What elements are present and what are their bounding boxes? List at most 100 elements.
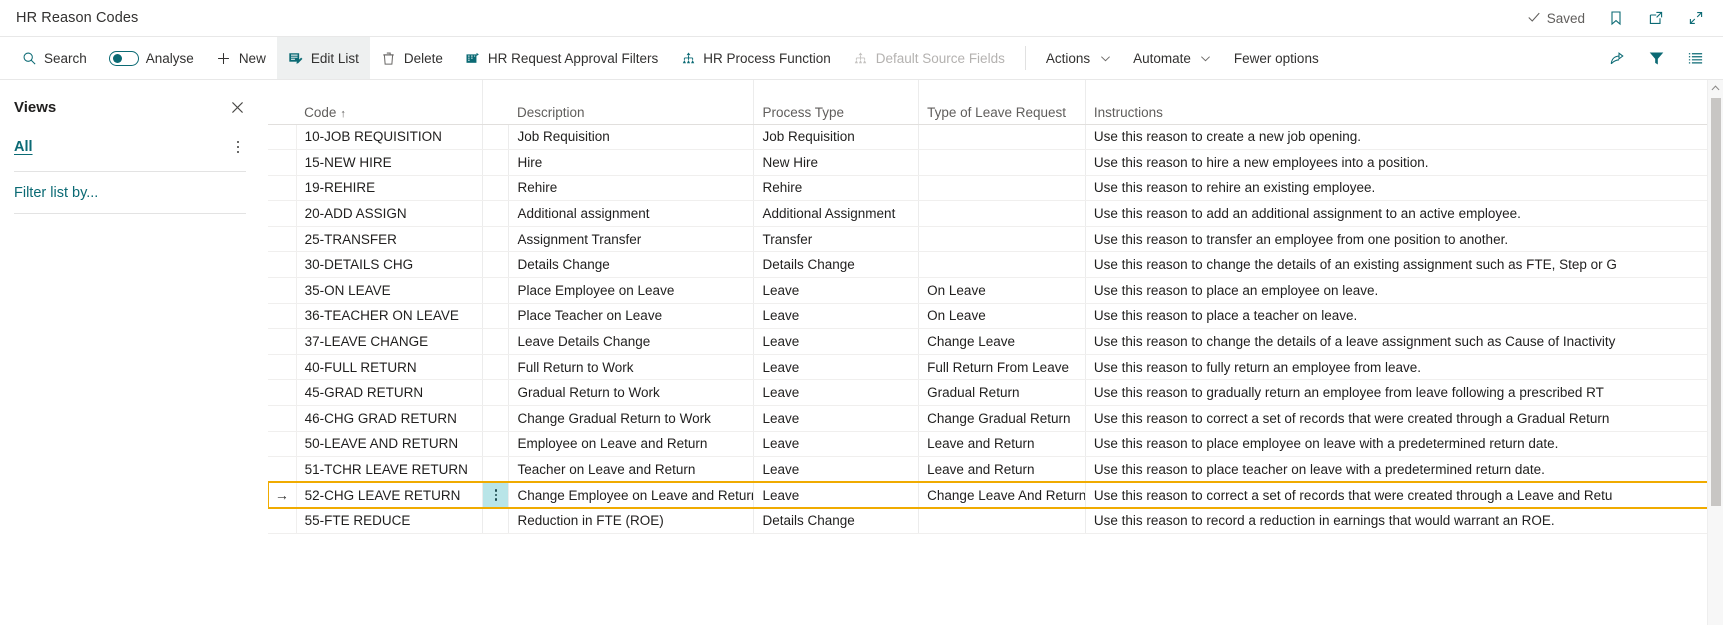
- actions-menu-button[interactable]: Actions: [1035, 37, 1122, 79]
- cell-type-of-leave-request[interactable]: Change Leave: [918, 328, 1086, 355]
- cell-code[interactable]: 40-FULL RETURN: [296, 354, 483, 381]
- cell-code[interactable]: 25-TRANSFER: [296, 226, 483, 253]
- delete-button[interactable]: Delete: [370, 37, 454, 79]
- table-row[interactable]: 35-ON LEAVE Place Employee on Leave Leave O…: [268, 277, 1708, 304]
- cell-type-of-leave-request[interactable]: [918, 175, 1086, 202]
- hr-process-function-button[interactable]: HR Process Function: [669, 37, 842, 79]
- table-row[interactable]: 50-LEAVE AND RETURN Employee on Leave and…: [268, 431, 1708, 458]
- row-options-cell[interactable]: [482, 175, 510, 202]
- cell-process-type[interactable]: Leave: [753, 482, 919, 509]
- cell-type-of-leave-request[interactable]: Gradual Return: [918, 379, 1086, 407]
- cell-description[interactable]: Place Teacher on Leave: [508, 303, 754, 330]
- column-header-instructions[interactable]: Instructions: [1084, 80, 1708, 125]
- analyse-toggle[interactable]: Analyse: [98, 37, 205, 79]
- bookmark-icon[interactable]: [1607, 9, 1625, 27]
- row-options-cell[interactable]: [482, 456, 510, 483]
- open-in-new-window-icon[interactable]: [1647, 9, 1665, 27]
- row-options-cell[interactable]: [482, 226, 510, 253]
- cell-code[interactable]: 45-GRAD RETURN: [296, 379, 483, 407]
- column-header-type-of-leave-request[interactable]: Type of Leave Request: [918, 80, 1086, 125]
- table-row[interactable]: 15-NEW HIRE Hire New Hire Use this reason t…: [268, 149, 1708, 176]
- cell-description[interactable]: Leave Details Change: [508, 328, 754, 355]
- table-row[interactable]: 55-FTE REDUCE Reduction in FTE (ROE) Detai…: [268, 507, 1708, 534]
- cell-description[interactable]: Job Requisition: [508, 124, 754, 151]
- row-options-cell[interactable]: [482, 200, 510, 227]
- row-options-icon[interactable]: [491, 483, 500, 507]
- table-row[interactable]: 25-TRANSFER Assignment Transfer Transfer Us…: [268, 226, 1708, 253]
- cell-description[interactable]: Gradual Return to Work: [508, 379, 754, 407]
- cell-code[interactable]: 30-DETAILS CHG: [296, 251, 483, 279]
- table-row[interactable]: 30-DETAILS CHG Details Change Details Chan…: [268, 251, 1708, 279]
- table-row[interactable]: 40-FULL RETURN Full Return to Work Leave Fu…: [268, 354, 1708, 381]
- row-options-cell[interactable]: [482, 277, 510, 304]
- cell-code[interactable]: 37-LEAVE CHANGE: [296, 328, 483, 355]
- cell-description[interactable]: Reduction in FTE (ROE): [508, 507, 754, 534]
- cell-instructions[interactable]: Use this reason to record a reduction in…: [1084, 507, 1708, 534]
- table-row[interactable]: 51-TCHR LEAVE RETURN Teacher on Leave and…: [268, 456, 1708, 483]
- collapse-icon[interactable]: [1687, 9, 1705, 27]
- cell-instructions[interactable]: Use this reason to hire a new employees …: [1084, 149, 1708, 176]
- cell-description[interactable]: Rehire: [508, 175, 754, 202]
- row-options-cell[interactable]: [482, 303, 510, 330]
- cell-code[interactable]: 35-ON LEAVE: [296, 277, 483, 304]
- cell-code[interactable]: 10-JOB REQUISITION: [296, 124, 483, 151]
- table-row[interactable]: 45-GRAD RETURN Gradual Return to Work Leav…: [268, 379, 1708, 407]
- cell-instructions[interactable]: Use this reason to place teacher on leav…: [1084, 456, 1708, 483]
- table-row[interactable]: 36-TEACHER ON LEAVE Place Teacher on Leav…: [268, 303, 1708, 330]
- cell-type-of-leave-request[interactable]: On Leave: [918, 277, 1086, 304]
- cell-instructions[interactable]: Use this reason to place a teacher on le…: [1084, 303, 1708, 330]
- cell-process-type[interactable]: Leave: [753, 379, 919, 407]
- cell-type-of-leave-request[interactable]: [918, 226, 1086, 253]
- cell-description[interactable]: Hire: [508, 149, 754, 176]
- table-row[interactable]: 10-JOB REQUISITION Job Requisition Job Req…: [268, 124, 1708, 151]
- cell-type-of-leave-request[interactable]: [918, 124, 1086, 151]
- cell-process-type[interactable]: Leave: [753, 277, 919, 304]
- cell-description[interactable]: Assignment Transfer: [508, 226, 754, 253]
- scrollbar-thumb[interactable]: [1710, 98, 1721, 506]
- cell-description[interactable]: Employee on Leave and Return: [508, 431, 754, 458]
- row-options-cell[interactable]: [482, 328, 510, 355]
- table-row[interactable]: 20-ADD ASSIGN Additional assignment Additi…: [268, 200, 1708, 227]
- cell-process-type[interactable]: Leave: [753, 303, 919, 330]
- cell-code[interactable]: 55-FTE REDUCE: [296, 507, 483, 534]
- cell-description[interactable]: Details Change: [508, 251, 754, 279]
- cell-description[interactable]: Full Return to Work: [508, 354, 754, 381]
- cell-instructions[interactable]: Use this reason to gradually return an e…: [1084, 379, 1708, 407]
- cell-code[interactable]: 50-LEAVE AND RETURN: [296, 431, 483, 458]
- cell-process-type[interactable]: Leave: [753, 405, 919, 432]
- cell-process-type[interactable]: Details Change: [753, 507, 919, 534]
- table-row[interactable]: → 52-CHG LEAVE RETURN Change Employee on L…: [268, 481, 1709, 509]
- cell-instructions[interactable]: Use this reason to transfer an employee …: [1084, 226, 1708, 253]
- list-view-icon[interactable]: [1686, 49, 1705, 68]
- row-options-cell[interactable]: [482, 405, 510, 432]
- cell-type-of-leave-request[interactable]: [918, 200, 1086, 227]
- row-options-cell[interactable]: [482, 251, 510, 279]
- cell-instructions[interactable]: Use this reason to fully return an emplo…: [1084, 354, 1708, 381]
- automate-menu-button[interactable]: Automate: [1122, 37, 1223, 79]
- cell-description[interactable]: Place Employee on Leave: [508, 277, 754, 304]
- cell-code[interactable]: 19-REHIRE: [296, 175, 483, 202]
- row-options-cell[interactable]: [482, 354, 510, 381]
- vertical-scrollbar[interactable]: [1707, 80, 1723, 625]
- cell-code[interactable]: 36-TEACHER ON LEAVE: [296, 303, 483, 330]
- column-header-description[interactable]: Description: [508, 80, 754, 125]
- cell-type-of-leave-request[interactable]: Leave and Return: [918, 431, 1086, 458]
- cell-process-type[interactable]: Leave: [753, 456, 919, 483]
- cell-description[interactable]: Change Employee on Leave and Return: [508, 482, 754, 509]
- table-row[interactable]: 46-CHG GRAD RETURN Change Gradual Return …: [268, 405, 1708, 432]
- cell-instructions[interactable]: Use this reason to place employee on lea…: [1084, 431, 1708, 458]
- edit-list-button[interactable]: Edit List: [276, 37, 370, 79]
- cell-instructions[interactable]: Use this reason to rehire an existing em…: [1084, 175, 1708, 202]
- cell-type-of-leave-request[interactable]: Change Gradual Return: [918, 405, 1086, 432]
- cell-instructions[interactable]: Use this reason to create a new job open…: [1084, 124, 1708, 151]
- cell-process-type[interactable]: Leave: [753, 328, 919, 355]
- cell-process-type[interactable]: Job Requisition: [753, 124, 919, 151]
- row-options-cell[interactable]: [482, 431, 510, 458]
- row-options-cell[interactable]: [482, 124, 510, 151]
- cell-process-type[interactable]: Transfer: [753, 226, 919, 253]
- cell-type-of-leave-request[interactable]: Full Return From Leave: [918, 354, 1086, 381]
- analyse-switch[interactable]: [108, 50, 139, 66]
- cell-code[interactable]: 52-CHG LEAVE RETURN: [296, 482, 483, 509]
- cell-code[interactable]: 20-ADD ASSIGN: [296, 200, 483, 227]
- cell-type-of-leave-request[interactable]: [918, 149, 1086, 176]
